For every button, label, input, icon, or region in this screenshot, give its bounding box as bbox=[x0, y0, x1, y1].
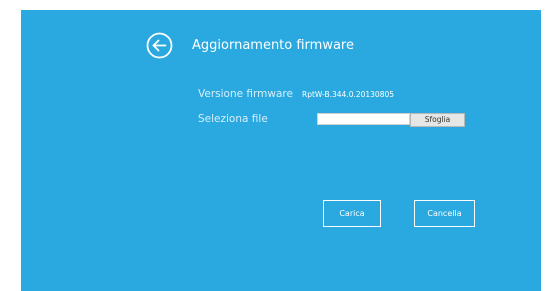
firmware-update-panel: Aggiornamento firmware Versione firmware… bbox=[21, 10, 541, 291]
cancel-button[interactable]: Cancella bbox=[414, 200, 475, 227]
firmware-version-value: RptW-B.344.0.20130805 bbox=[302, 90, 395, 99]
firmware-version-label: Versione firmware bbox=[198, 88, 293, 100]
select-file-label: Seleziona file bbox=[198, 113, 268, 125]
back-button[interactable] bbox=[146, 32, 173, 59]
file-path-input[interactable] bbox=[317, 113, 410, 125]
browse-button[interactable]: Sfoglia bbox=[410, 113, 465, 127]
page-title: Aggiornamento firmware bbox=[192, 38, 354, 53]
circle-arrow-left-icon bbox=[146, 32, 173, 59]
upload-button[interactable]: Carica bbox=[323, 200, 381, 227]
